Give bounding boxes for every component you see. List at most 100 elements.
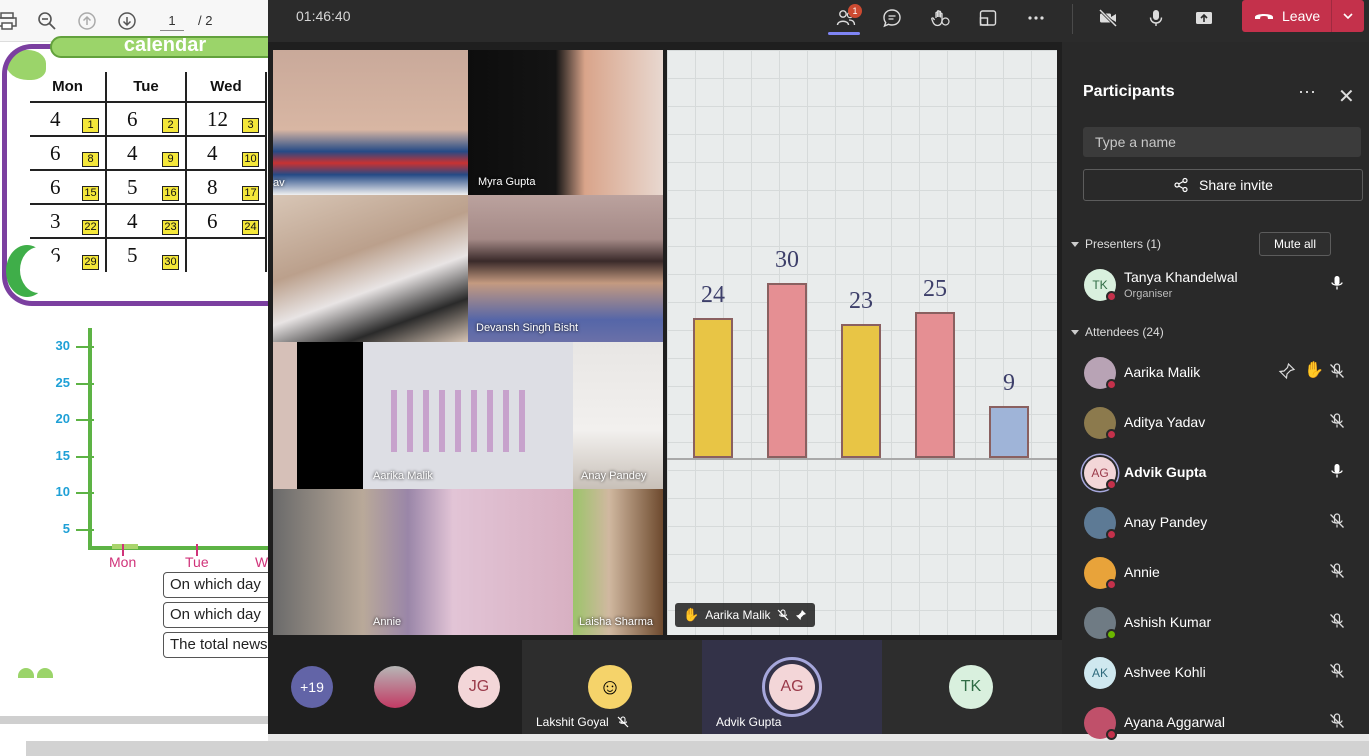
mic-muted-icon (617, 716, 629, 728)
y-tick-mark (76, 382, 94, 385)
video-tile[interactable]: Annie (273, 489, 573, 635)
participant-row[interactable]: TK Tanya Khandelwal Organiser (1062, 259, 1369, 309)
participant-avatar-jg[interactable]: JG (458, 666, 500, 708)
y-tick-mark (76, 346, 94, 348)
tile-name: av (273, 177, 285, 189)
calendar-cell: 49 (106, 136, 187, 171)
video-tile[interactable]: Myra Gupta (468, 50, 663, 195)
tile-name: Annie (373, 616, 402, 628)
x-label-wed: W (255, 554, 269, 570)
strip-cell-lakshit[interactable]: ☺ Lakshit Goyal (522, 640, 702, 734)
calendar-cell: 5 30 (106, 238, 187, 272)
status-badge (1106, 429, 1117, 440)
calendar-header: Tue (106, 72, 187, 103)
participant-avatar[interactable] (374, 666, 416, 708)
participant-row[interactable]: Anay Pandey (1062, 497, 1369, 547)
thumbnail-bars (391, 390, 531, 452)
participant-row[interactable]: Ashish Kumar (1062, 597, 1369, 647)
print-icon[interactable] (0, 8, 20, 34)
status-badge (1106, 379, 1117, 390)
close-icon[interactable]: ✕ (1338, 84, 1355, 109)
calendar-date: 23 (162, 220, 179, 235)
calendar-value: 4 (207, 140, 218, 165)
raise-hand-icon (931, 10, 950, 27)
calendar-value: 4 (127, 140, 138, 165)
participants-badge: 1 (848, 4, 862, 18)
chat-button[interactable] (876, 4, 908, 32)
status-badge (1106, 629, 1117, 640)
more-participants-button[interactable]: +19 (291, 666, 333, 708)
zoom-out-icon[interactable] (34, 8, 60, 34)
reactions-button[interactable] (924, 4, 956, 32)
participant-name: Aditya Yadav (1124, 414, 1206, 430)
participant-row[interactable]: Aarika Malik ✋ (1062, 347, 1369, 397)
calendar-date: 17 (242, 186, 259, 201)
participant-strip: +19 JG ☺ Lakshit Goyal AG Advik Gupta TK (268, 640, 1062, 734)
leave-button[interactable]: Leave (1242, 0, 1364, 32)
y-tick-mark (76, 492, 94, 494)
calendar-cell (186, 238, 267, 272)
share-invite-button[interactable]: Share invite (1083, 169, 1363, 201)
graph-bar-stub (112, 544, 138, 549)
graph-y-axis (88, 328, 92, 550)
strip-cell-advik[interactable]: AG Advik Gupta (702, 640, 882, 734)
video-tile[interactable]: av (273, 50, 468, 195)
leave-main-button[interactable]: Leave (1242, 0, 1332, 32)
participant-name: Ashvee Kohli (1124, 664, 1206, 680)
x-label-mon: Mon (109, 554, 137, 570)
attendees-section-toggle[interactable]: Attendees (24) (1071, 325, 1164, 339)
share-content-button[interactable] (1188, 4, 1220, 32)
graph-baseline (667, 458, 1057, 460)
participant-row[interactable]: Aditya Yadav (1062, 397, 1369, 447)
participant-name: Annie (1124, 564, 1160, 580)
calendar-value: 8 (207, 174, 218, 199)
show-participants-button[interactable]: 1 (830, 4, 862, 32)
status-badge (1106, 291, 1117, 302)
participant-name: Tanya Khandelwal (1124, 269, 1238, 285)
next-page-icon[interactable] (114, 8, 140, 34)
calendar-cell: 4 23 (106, 204, 187, 239)
mute-all-button[interactable]: Mute all (1259, 232, 1331, 256)
calendar-row: 4 1 6 2 12 3 (30, 102, 267, 137)
camera-toggle-button[interactable] (1092, 4, 1124, 32)
rooms-button[interactable] (972, 4, 1004, 32)
calendar-row: 3 22 4 23 6 24 (30, 204, 267, 239)
video-tile[interactable]: Devansh Singh Bisht (468, 195, 663, 342)
tile-name: Aarika Malik (373, 470, 433, 482)
meeting-toolbar: 01:46:40 1 Leave (268, 0, 1369, 42)
strip-cell-tk[interactable]: TK (882, 640, 1062, 734)
page-number-input[interactable]: 1 (160, 11, 184, 31)
participant-row[interactable]: AG Advik Gupta (1062, 447, 1369, 497)
share-icon (1174, 177, 1188, 193)
toolbar-separator (1072, 4, 1073, 34)
mic-muted-icon (777, 609, 788, 621)
video-tile[interactable]: Aarika Malik (273, 342, 573, 489)
participant-row[interactable]: AK Ashvee Kohli (1062, 647, 1369, 697)
tile-name: Devansh Singh Bisht (476, 322, 579, 334)
page-divider (0, 716, 268, 724)
horizontal-scrollbar[interactable] (26, 741, 1369, 756)
panel-more-icon[interactable]: ⋯ (1298, 82, 1316, 103)
pin-icon[interactable] (1278, 362, 1296, 385)
more-actions-button[interactable] (1020, 4, 1052, 32)
pinned-video[interactable]: 24 30 23 25 9 ✋ Aarika Malik (667, 50, 1057, 635)
participant-row[interactable]: Annie (1062, 547, 1369, 597)
calendar-date: 9 (162, 152, 179, 167)
calendar-date: 30 (162, 255, 179, 270)
participant-row[interactable]: Ayana Aggarwal (1062, 697, 1369, 747)
presenters-section-toggle[interactable]: Presenters (1) (1071, 237, 1161, 251)
previous-page-icon[interactable] (74, 8, 100, 34)
video-tile[interactable]: Anay Pandey (573, 342, 663, 489)
tile-name: Myra Gupta (478, 176, 536, 188)
whiteboard-bar (915, 312, 955, 458)
whiteboard-bar (841, 323, 881, 458)
calendar-cell: 4 10 (186, 136, 267, 171)
video-tile[interactable] (273, 195, 468, 342)
participant-search-input[interactable] (1083, 127, 1361, 157)
raised-hand-icon: ✋ (1304, 362, 1324, 379)
leave-options-button[interactable] (1332, 0, 1364, 32)
mic-toggle-button[interactable] (1140, 4, 1172, 32)
calendar-header: Mon (30, 72, 107, 103)
calendar-row: 6 8 4 9 4 10 (30, 136, 267, 171)
video-tile[interactable]: Laisha Sharma (573, 489, 663, 635)
